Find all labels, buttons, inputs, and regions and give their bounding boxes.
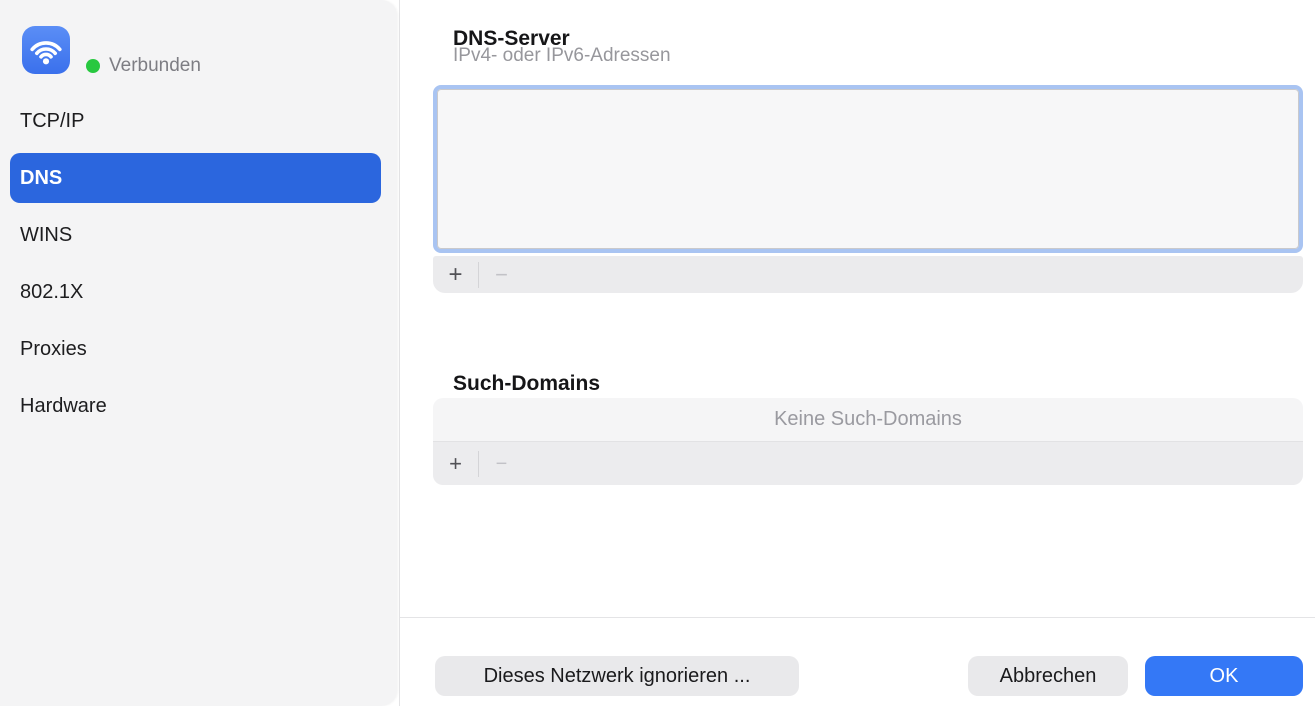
search-domains-add-button[interactable]: + [433, 442, 478, 485]
dns-remove-button[interactable]: − [479, 256, 524, 293]
connection-status: Verbunden [86, 55, 201, 77]
wifi-icon [22, 26, 70, 74]
dns-server-subtitle: IPv4- oder IPv6-Adressen [453, 45, 671, 67]
cancel-button[interactable]: Abbrechen [968, 656, 1128, 696]
network-settings-dialog: Verbunden TCP/IP DNS WINS 802.1X Proxies… [0, 0, 1315, 706]
sidebar-item-label: TCP/IP [20, 110, 84, 133]
sidebar-item-label: WINS [20, 224, 72, 247]
sidebar-item-dns[interactable]: DNS [10, 153, 381, 203]
sidebar-item-wins[interactable]: WINS [10, 210, 381, 260]
sidebar-nav: TCP/IP DNS WINS 802.1X Proxies Hardware [10, 96, 381, 431]
sidebar-item-label: Proxies [20, 338, 87, 361]
search-domains-empty-state: Keine Such-Domains [433, 398, 1303, 442]
sidebar-content-divider [399, 0, 400, 706]
sidebar-item-hardware[interactable]: Hardware [10, 381, 381, 431]
dns-server-list-toolbar: + − [433, 256, 1303, 293]
footer-divider [400, 617, 1315, 618]
ok-button[interactable]: OK [1145, 656, 1303, 696]
search-domains-remove-button[interactable]: − [479, 442, 524, 485]
sidebar-item-label: Hardware [20, 395, 107, 418]
search-domains-toolbar: + − [433, 442, 1303, 485]
search-domains-list: Keine Such-Domains + − [433, 398, 1303, 485]
dns-add-button[interactable]: + [433, 256, 478, 293]
status-dot-icon [86, 59, 100, 73]
sidebar-item-proxies[interactable]: Proxies [10, 324, 381, 374]
search-domains-title: Such-Domains [453, 372, 600, 396]
ignore-network-button[interactable]: Dieses Netzwerk ignorieren ... [435, 656, 799, 696]
dns-server-list[interactable] [433, 85, 1303, 253]
sidebar-item-tcpip[interactable]: TCP/IP [10, 96, 381, 146]
sidebar-item-label: DNS [20, 167, 62, 190]
connection-status-label: Verbunden [109, 55, 201, 77]
sidebar-item-label: 802.1X [20, 281, 83, 304]
sidebar-item-8021x[interactable]: 802.1X [10, 267, 381, 317]
sidebar: Verbunden TCP/IP DNS WINS 802.1X Proxies… [0, 0, 397, 706]
